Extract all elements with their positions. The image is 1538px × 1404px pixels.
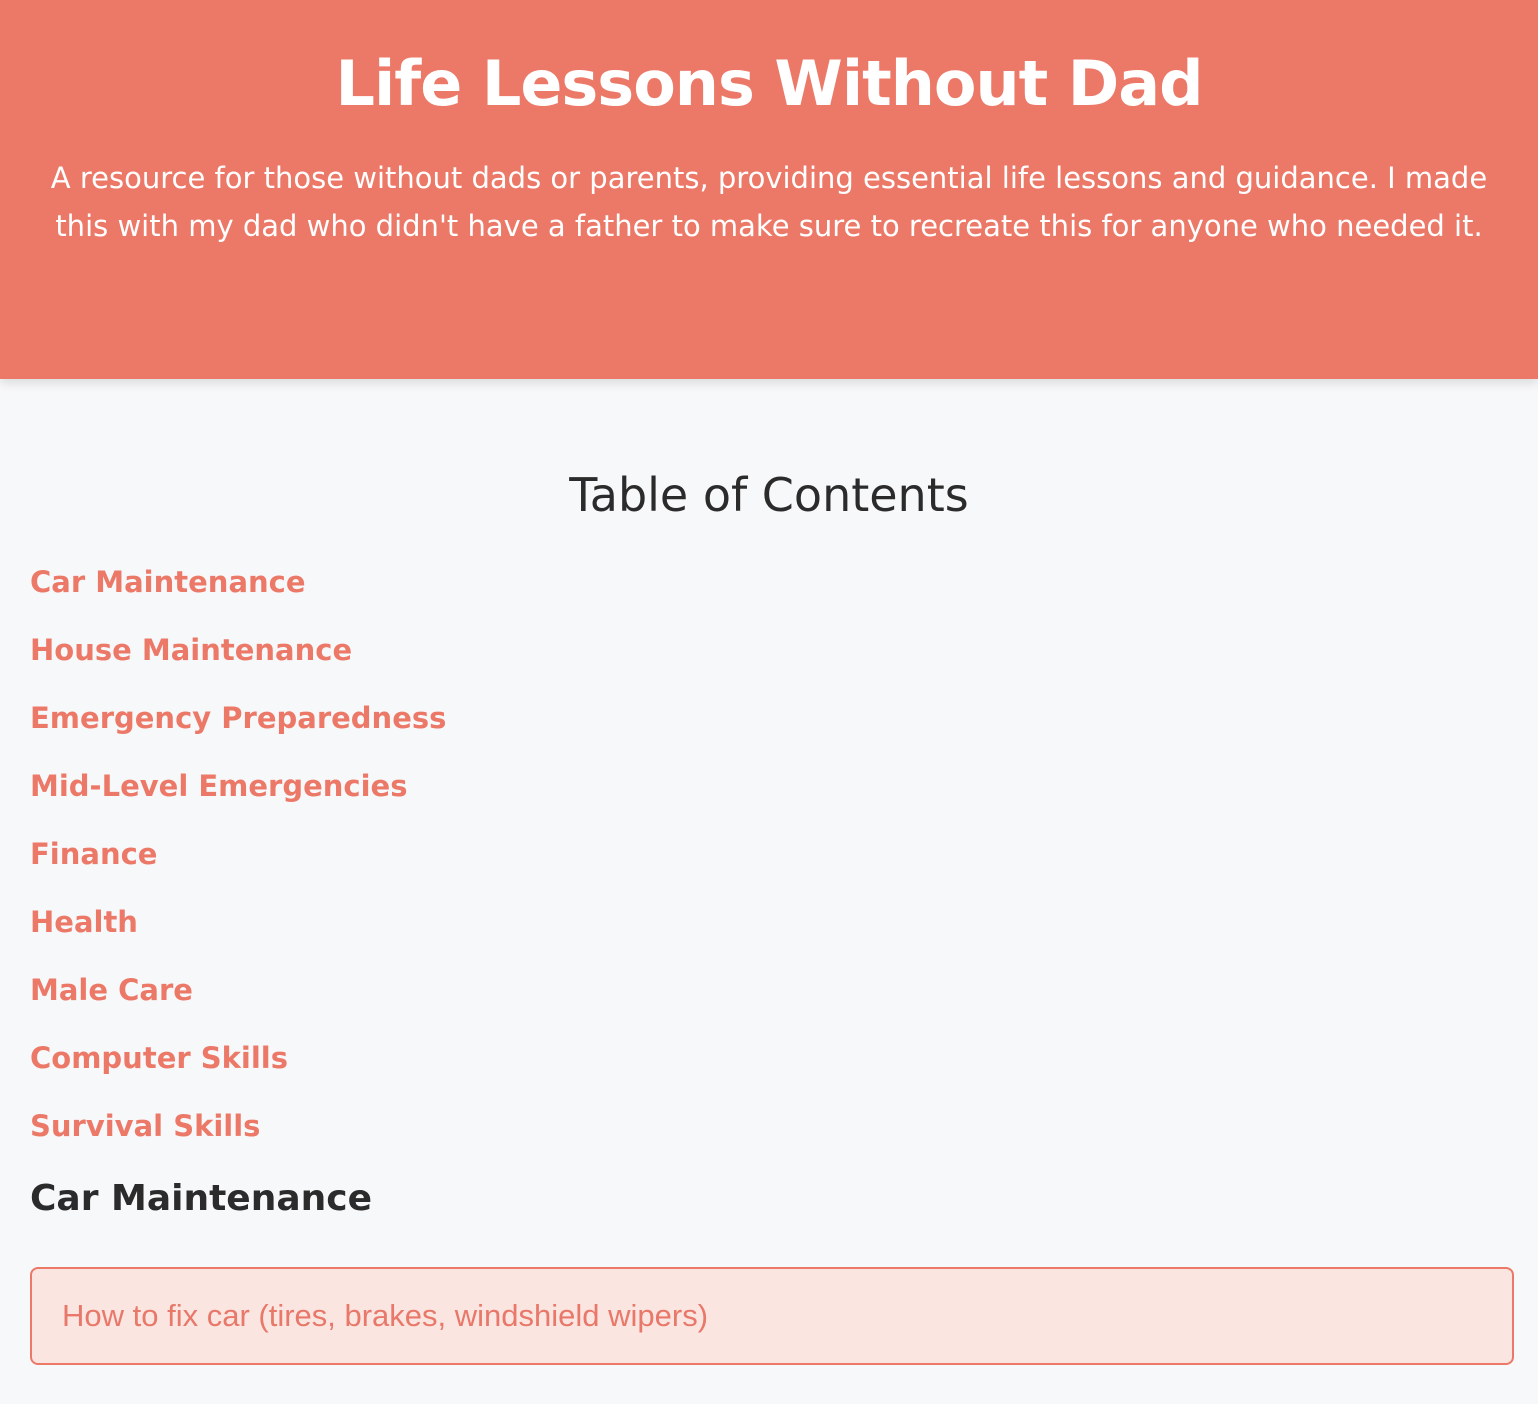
toc-item: Survival Skills [30,1109,1508,1177]
toc-item: Car Maintenance [30,565,1508,633]
section-car-maintenance: Car Maintenance How to fix car (tires, b… [30,1177,1514,1365]
toc-link-finance[interactable]: Finance [30,837,157,871]
toc-item: Male Care [30,973,1508,1041]
toc-link-mid-level-emergencies[interactable]: Mid-Level Emergencies [30,769,407,803]
toc-list: Car Maintenance House Maintenance Emerge… [30,565,1508,1177]
toc-link-computer-skills[interactable]: Computer Skills [30,1041,288,1075]
toc-item: Computer Skills [30,1041,1508,1109]
page-description: A resource for those without dads or par… [50,161,1488,243]
toc-link-male-care[interactable]: Male Care [30,973,193,1007]
lesson-item[interactable]: How to fix car (tires, brakes, windshiel… [30,1267,1514,1365]
toc-item: Health [30,905,1508,973]
page-header: Life Lessons Without Dad A resource for … [0,0,1538,379]
toc-link-health[interactable]: Health [30,905,138,939]
lesson-label: How to fix car (tires, brakes, windshiel… [62,1298,709,1333]
toc-link-emergency-preparedness[interactable]: Emergency Preparedness [30,701,446,735]
toc-item: House Maintenance [30,633,1508,701]
section-title: Car Maintenance [30,1178,373,1219]
toc-link-car-maintenance[interactable]: Car Maintenance [30,565,306,599]
toc-title: Table of Contents [569,468,969,522]
toc-link-house-maintenance[interactable]: House Maintenance [30,633,352,667]
toc-link-survival-skills[interactable]: Survival Skills [30,1109,260,1143]
toc-item: Mid-Level Emergencies [30,769,1508,837]
toc-item: Finance [30,837,1508,905]
main-content: Table of Contents Car Maintenance House … [0,379,1538,1365]
page-title: Life Lessons Without Dad [335,47,1203,120]
toc-item: Emergency Preparedness [30,701,1508,769]
